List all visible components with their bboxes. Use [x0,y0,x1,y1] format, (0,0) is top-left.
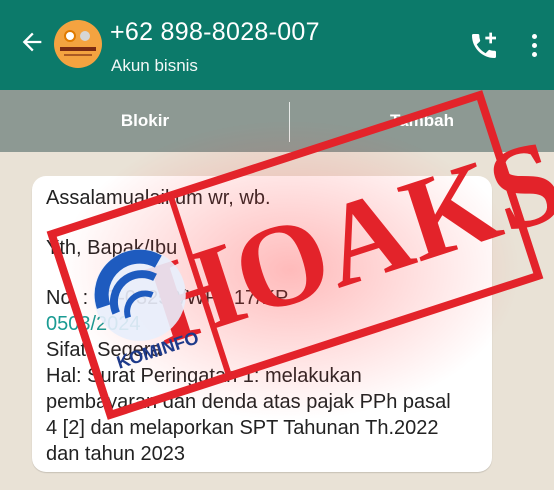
back-arrow-icon[interactable] [18,28,46,56]
business-action-bar: Blokir Tambah [0,90,554,152]
message-line: Yth, Bapak/Ibu [46,237,178,259]
contact-subtitle: Akun bisnis [111,56,198,75]
message-link[interactable]: 0503/2024 [46,312,141,336]
avatar-text-bottom [64,54,92,56]
block-button[interactable]: Blokir [0,90,290,152]
message-line: 4 [2] dan melaporkan SPT Tahunan Th.2022 [46,417,439,439]
chat-header: +62 898-8028-007 Akun bisnis [0,0,554,90]
message-line: pembayaran dan denda atas pajak PPh pasa… [46,391,451,413]
message-line: Sifat: Segera [46,339,162,361]
avatar-text-top [60,47,96,51]
more-options-icon[interactable] [530,34,538,58]
avatar[interactable] [54,20,102,68]
logo-emblem-icon [64,30,76,42]
message-line: Assalamualaikum wr, wb. [46,187,271,209]
message-line: No. : ST-03250/WPJ.17/KP. [46,287,292,309]
contact-phone[interactable]: +62 898-8028-007 [110,18,320,47]
logo-secondary-icon [80,31,90,41]
add-contact-button[interactable]: Tambah [290,90,554,152]
message-line: Hal: Surat Peringatan 1: melakukan [46,365,362,387]
message-line: dan tahun 2023 [46,443,186,465]
add-call-icon[interactable] [468,30,500,62]
